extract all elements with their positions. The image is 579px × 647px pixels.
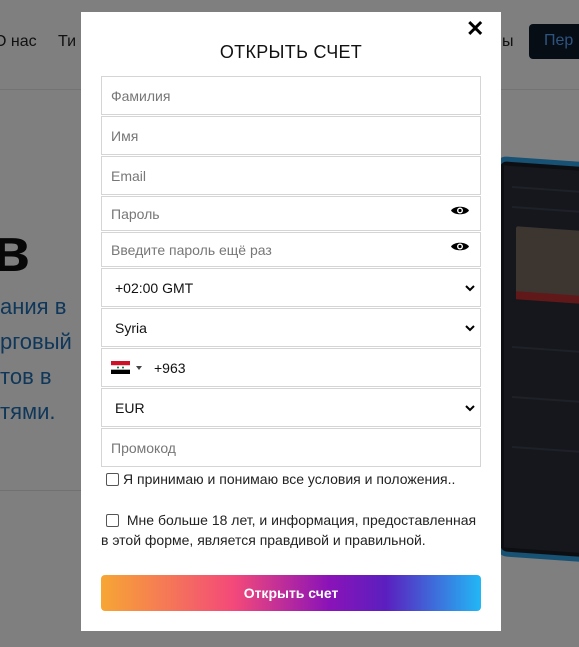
age-check-row: Мне больше 18 лет, и информация, предост… <box>101 510 486 550</box>
modal-title: ОТКРЫТЬ СЧЕТ <box>219 42 363 62</box>
eye-icon[interactable] <box>450 204 470 217</box>
caret-down-icon[interactable] <box>136 366 142 370</box>
password-input[interactable] <box>102 197 480 230</box>
terms-label: Я принимаю и понимаю все условия и полож… <box>123 471 456 487</box>
terms-checkbox[interactable] <box>106 473 119 486</box>
open-account-modal: ✕ ОТКРЫТЬ СЧЕТ +02:00 GMT Syria <box>81 12 501 631</box>
promo-input[interactable] <box>102 429 480 466</box>
terms-check-row: Я принимаю и понимаю все условия и полож… <box>101 469 486 489</box>
eye-icon[interactable] <box>450 240 470 253</box>
password-repeat-field[interactable] <box>101 232 481 267</box>
currency-value: EUR <box>115 399 145 416</box>
phone-input[interactable] <box>145 349 480 386</box>
country-select[interactable]: Syria <box>101 308 481 347</box>
age-label: Мне больше 18 лет, и информация, предост… <box>101 512 477 548</box>
chevron-down-icon <box>465 405 475 412</box>
country-value: Syria <box>115 319 147 336</box>
currency-select[interactable]: EUR <box>101 388 481 427</box>
first-name-input[interactable] <box>102 117 480 154</box>
last-name-field[interactable] <box>101 76 481 115</box>
first-name-field[interactable] <box>101 116 481 155</box>
age-checkbox[interactable] <box>106 514 119 527</box>
phone-field[interactable] <box>101 348 481 387</box>
timezone-value: +02:00 GMT <box>115 279 194 296</box>
email-field[interactable] <box>101 156 481 195</box>
phone-input-wrap <box>145 349 480 386</box>
password-field[interactable] <box>101 196 481 231</box>
open-account-button[interactable]: Открыть счет <box>101 575 481 611</box>
promo-field[interactable] <box>101 428 481 467</box>
password-repeat-input[interactable] <box>102 233 480 266</box>
email-input[interactable] <box>102 157 480 194</box>
syria-flag-icon[interactable] <box>111 361 130 374</box>
timezone-select[interactable]: +02:00 GMT <box>101 268 481 307</box>
close-icon[interactable]: ✕ <box>466 18 484 40</box>
chevron-down-icon <box>465 325 475 332</box>
last-name-input[interactable] <box>102 77 480 114</box>
chevron-down-icon <box>465 285 475 292</box>
